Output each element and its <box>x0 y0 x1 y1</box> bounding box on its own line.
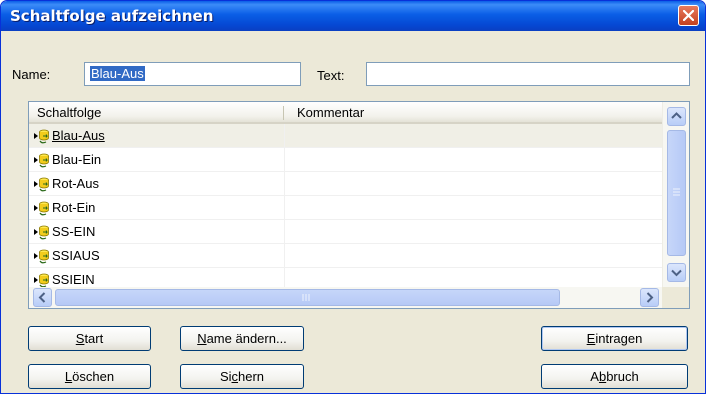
register-button[interactable]: Eintragen <box>541 326 688 351</box>
sequence-name: SS-EIN <box>52 224 96 239</box>
rename-button[interactable]: Name ändern... <box>180 326 304 351</box>
start-label: tart <box>84 331 104 346</box>
delete-label: öschen <box>72 369 115 384</box>
cylinder-arrow-icon <box>34 224 50 240</box>
grip-icon <box>673 188 680 196</box>
sequence-cell: Blau-Aus <box>29 124 285 147</box>
rename-mnemonic: N <box>197 331 207 346</box>
text-input[interactable] <box>366 62 690 86</box>
list-header: Schaltfolge Kommentar <box>29 102 662 124</box>
dialog-body: Name: Blau-Aus Text: Schaltfolge Komment… <box>4 31 702 390</box>
scroll-left-button[interactable] <box>33 288 52 307</box>
list-row[interactable]: Blau-Ein <box>29 148 662 172</box>
dialog-window: Schaltfolge aufzeichnen Name: Blau-Aus T… <box>0 0 706 394</box>
list-row[interactable]: SS-EIN <box>29 220 662 244</box>
sequence-cell: Rot-Aus <box>29 172 285 195</box>
column-header-kommentar[interactable]: Kommentar <box>297 105 364 120</box>
cylinder-arrow-icon <box>34 272 50 288</box>
cylinder-arrow-icon <box>34 176 50 192</box>
list-row[interactable]: SSIAUS <box>29 244 662 268</box>
vertical-scroll-thumb[interactable] <box>667 130 686 256</box>
chevron-left-icon <box>38 292 46 303</box>
horizontal-scrollbar[interactable] <box>29 287 662 308</box>
close-button[interactable] <box>678 5 699 26</box>
close-icon <box>683 10 694 21</box>
sequence-name: Rot-Aus <box>52 176 99 191</box>
sequence-name: SSIEIN <box>52 272 95 287</box>
cylinder-arrow-icon <box>34 200 50 216</box>
list-row[interactable]: Rot-Aus <box>29 172 662 196</box>
register-label: intragen <box>595 331 643 346</box>
name-input-value: Blau-Aus <box>90 66 145 81</box>
save-button[interactable]: Sichern <box>180 364 304 389</box>
grip-icon <box>302 294 310 301</box>
title-bar: Schaltfolge aufzeichnen <box>1 1 705 31</box>
text-label: Text: <box>317 68 345 83</box>
sequence-name: Blau-Aus <box>52 128 105 143</box>
sequence-cell: SS-EIN <box>29 220 285 243</box>
sequence-name: SSIAUS <box>52 248 100 263</box>
delete-button[interactable]: Löschen <box>28 364 151 389</box>
sequence-list[interactable]: Schaltfolge Kommentar Blau-Aus Blau-Ein Ro… <box>28 101 690 309</box>
name-label: Name: <box>12 67 51 82</box>
list-row[interactable]: Rot-Ein <box>29 196 662 220</box>
name-input[interactable]: Blau-Aus <box>84 62 301 86</box>
save-label: hern <box>238 369 265 384</box>
sequence-cell: Rot-Ein <box>29 196 285 219</box>
cancel-button[interactable]: Abbruch <box>541 364 688 389</box>
sequence-cell: Blau-Ein <box>29 148 285 171</box>
scroll-up-button[interactable] <box>667 107 686 126</box>
start-button[interactable]: Start <box>28 326 151 351</box>
vertical-scrollbar[interactable] <box>662 102 689 287</box>
scroll-right-button[interactable] <box>640 288 659 307</box>
cylinder-arrow-icon <box>34 248 50 264</box>
chevron-down-icon <box>671 269 682 277</box>
cancel-label: bruch <box>606 369 639 384</box>
cylinder-arrow-icon <box>34 128 50 144</box>
window-title: Schaltfolge aufzeichnen <box>10 7 214 25</box>
chevron-right-icon <box>646 292 654 303</box>
scroll-down-button[interactable] <box>667 263 686 282</box>
save-label-prefix: Si <box>219 369 232 384</box>
sequence-name: Rot-Ein <box>52 200 96 215</box>
sequence-name: Blau-Ein <box>52 152 102 167</box>
list-row[interactable]: Blau-Aus <box>29 124 662 148</box>
cylinder-arrow-icon <box>34 152 50 168</box>
rename-label: ame ändern... <box>206 331 287 346</box>
sequence-cell: SSIAUS <box>29 244 285 267</box>
column-header-schaltfolge[interactable]: Schaltfolge <box>37 105 101 120</box>
cancel-label-prefix: A <box>590 369 599 384</box>
scrollbar-corner <box>662 287 689 308</box>
horizontal-scroll-thumb[interactable] <box>55 289 560 306</box>
chevron-up-icon <box>671 112 682 119</box>
column-divider[interactable] <box>283 106 284 120</box>
